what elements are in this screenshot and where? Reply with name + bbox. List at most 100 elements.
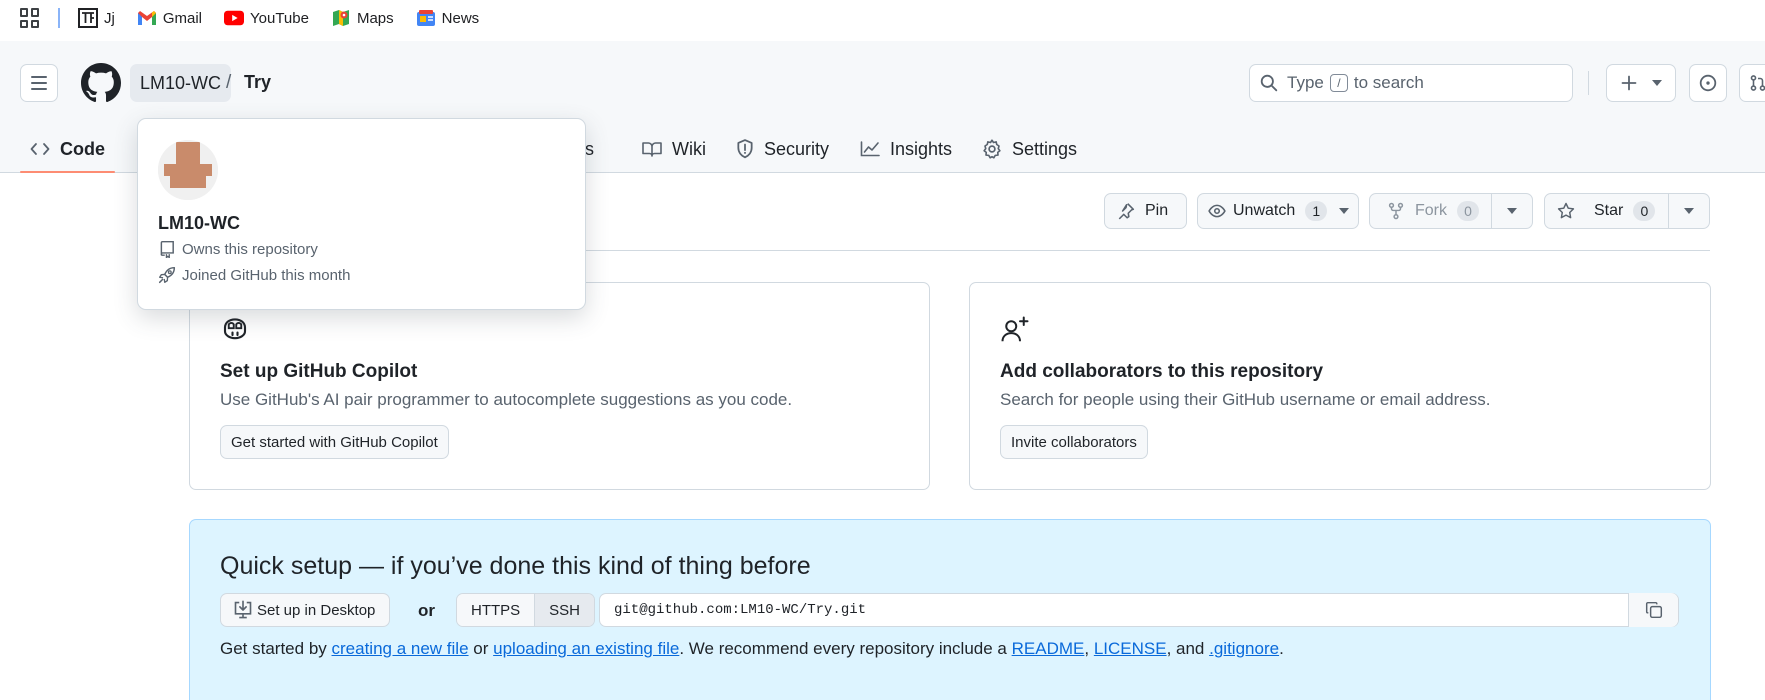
maps-icon <box>331 8 351 28</box>
joined-text: Joined GitHub this month <box>182 266 351 284</box>
quick-setup-instructions: Get started by creating a new file or up… <box>220 639 1284 659</box>
star-icon <box>1557 202 1575 219</box>
youtube-icon <box>224 8 245 28</box>
instructions-text: Get started by <box>220 639 327 658</box>
eye-icon <box>1208 204 1226 218</box>
bookmark-gmail[interactable]: Gmail <box>137 8 202 28</box>
invite-collaborators-button[interactable]: Invite collaborators <box>1000 425 1148 459</box>
issue-opened-icon <box>1699 74 1717 92</box>
bookmark-label: News <box>441 9 480 27</box>
bookmark-news[interactable]: News <box>416 8 480 28</box>
gitignore-link[interactable]: .gitignore <box>1209 639 1279 658</box>
tab-settings[interactable]: Settings <box>982 125 1077 173</box>
instructions-text: . <box>1279 639 1284 658</box>
pin-button[interactable]: Pin <box>1104 193 1187 229</box>
watchers-counter: 1 <box>1305 201 1328 221</box>
https-option[interactable]: HTTPS <box>457 594 535 626</box>
avatar[interactable] <box>158 140 218 200</box>
pin-icon <box>1118 203 1135 220</box>
or-label: or <box>418 601 435 620</box>
issues-button[interactable] <box>1689 64 1727 102</box>
plus-icon <box>1621 75 1636 91</box>
news-icon <box>416 8 436 28</box>
owner-label: LM10-WC <box>140 72 222 93</box>
tab-security[interactable]: Security <box>736 125 829 173</box>
tab-label: Wiki <box>672 138 706 159</box>
bookmark-label: Gmail <box>162 9 203 27</box>
apps-grid-icon[interactable] <box>20 8 40 28</box>
bookmark-label: Maps <box>356 9 394 27</box>
copilot-get-started-button[interactable]: Get started with GitHub Copilot <box>220 425 449 459</box>
chevron-down-icon <box>1651 80 1662 86</box>
quick-setup-panel: Quick setup — if you’ve done this kind o… <box>189 519 1711 700</box>
search-icon <box>1260 74 1278 92</box>
tab-insights[interactable]: Insights <box>860 125 952 173</box>
collaborators-title: Add collaborators to this repository <box>1000 361 1324 382</box>
header-divider <box>1588 71 1589 95</box>
copy-button[interactable] <box>1628 593 1678 627</box>
fork-dropdown-button[interactable] <box>1491 193 1533 229</box>
copilot-icon <box>223 318 247 340</box>
copilot-card: Set up GitHub Copilot Use GitHub's AI pa… <box>189 282 930 490</box>
fork-button[interactable]: Fork 0 <box>1369 193 1492 229</box>
create-new-button[interactable] <box>1606 64 1676 102</box>
collaborators-card: Add collaborators to this repository Sea… <box>969 282 1711 490</box>
gear-icon <box>983 139 1001 159</box>
breadcrumb-separator: / <box>226 72 232 93</box>
pin-label: Pin <box>1145 202 1169 219</box>
bookmarks-bar: Jj Gmail YouTube Maps News <box>0 0 1765 36</box>
repo-forked-icon <box>1388 202 1404 220</box>
bookmark-maps[interactable]: Maps <box>331 8 394 28</box>
chevron-down-icon <box>1339 208 1350 214</box>
clone-url-text: git@github.com:LM10-WC/Try.git <box>614 602 867 618</box>
upload-file-link[interactable]: uploading an existing file <box>493 639 679 658</box>
desktop-download-icon <box>234 600 252 619</box>
star-button[interactable]: Star 0 <box>1544 193 1669 229</box>
copy-icon <box>1645 601 1662 619</box>
copilot-description: Use GitHub's AI pair programmer to autoc… <box>220 390 793 409</box>
readme-link[interactable]: README <box>1012 639 1085 658</box>
code-icon <box>30 143 50 155</box>
unwatch-label: Unwatch <box>1233 202 1296 219</box>
setup-desktop-label: Set up in Desktop <box>257 601 376 619</box>
tab-code[interactable]: Code <box>20 125 115 173</box>
instructions-text: . We recommend every repository include … <box>679 639 1007 658</box>
star-dropdown-button[interactable] <box>1668 193 1710 229</box>
create-new-file-link[interactable]: creating a new file <box>332 639 469 658</box>
search-shortcut-key: / <box>1329 74 1348 92</box>
tab-wiki[interactable]: Wiki <box>642 125 706 173</box>
repo-name-link[interactable]: Try <box>244 72 271 93</box>
tab-label: Insights <box>890 138 953 159</box>
hovercard-name[interactable]: LM10-WC <box>158 213 240 234</box>
ssh-option[interactable]: SSH <box>534 594 595 626</box>
tab-label: Code <box>60 138 105 159</box>
owns-repo-row: Owns this repository <box>158 240 318 258</box>
pull-requests-button[interactable] <box>1739 64 1765 102</box>
search-input[interactable]: Type / to search <box>1249 64 1573 102</box>
shield-icon <box>737 139 753 159</box>
copilot-title: Set up GitHub Copilot <box>220 361 418 382</box>
unwatch-button[interactable]: Unwatch 1 <box>1197 193 1359 229</box>
bookmark-separator <box>58 8 60 28</box>
bookmark-youtube[interactable]: YouTube <box>224 8 309 28</box>
graph-icon <box>860 141 880 157</box>
owner-link[interactable]: LM10-WC <box>130 64 232 102</box>
joined-row: Joined GitHub this month <box>158 266 350 284</box>
github-logo-icon[interactable] <box>81 63 121 103</box>
repo-icon <box>160 240 174 258</box>
collaborators-description: Search for people using their GitHub use… <box>1000 390 1491 409</box>
forks-counter: 0 <box>1457 201 1479 221</box>
bookmark-jj[interactable]: Jj <box>78 8 115 28</box>
tab-label: Security <box>764 138 830 159</box>
owns-repo-text: Owns this repository <box>182 240 318 258</box>
search-suffix: to search <box>1353 73 1424 92</box>
chevron-down-icon <box>1684 208 1694 214</box>
instructions-text: , and <box>1166 639 1205 658</box>
person-add-icon <box>1001 316 1029 342</box>
setup-desktop-button[interactable]: Set up in Desktop <box>220 593 391 627</box>
bookmark-label: YouTube <box>250 9 309 27</box>
clone-url-input[interactable]: git@github.com:LM10-WC/Try.git <box>599 593 1679 627</box>
menu-button[interactable] <box>20 64 58 102</box>
chevron-down-icon <box>1507 208 1517 214</box>
license-link[interactable]: LICENSE <box>1094 639 1167 658</box>
